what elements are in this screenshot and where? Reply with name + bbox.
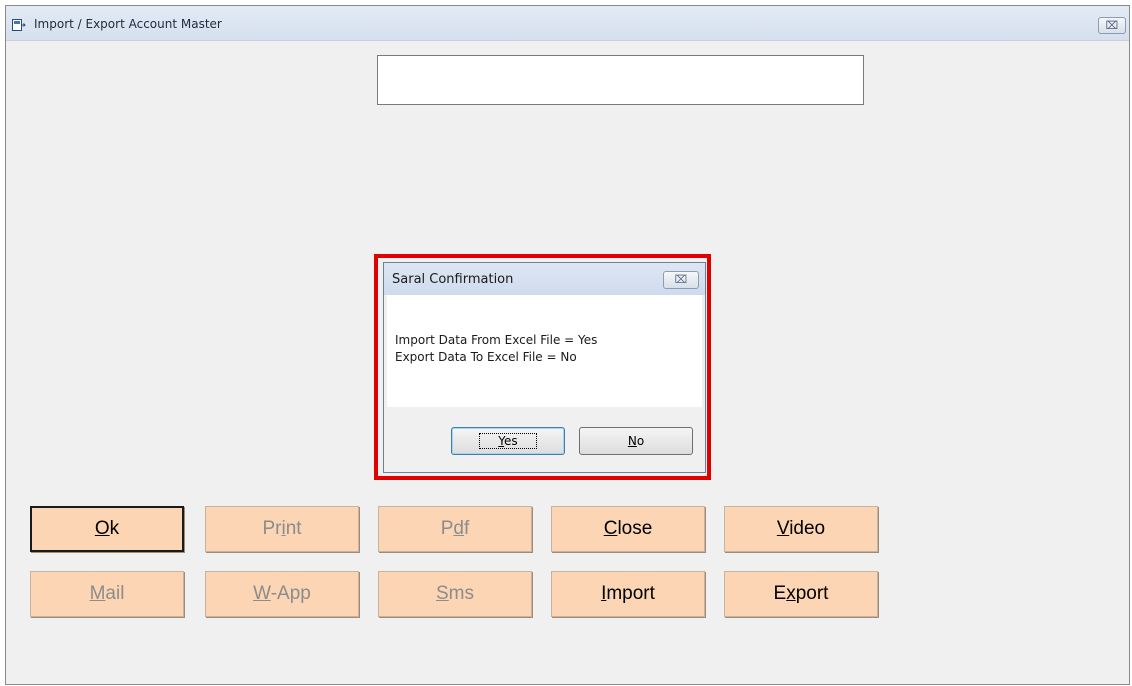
dialog-message-line-1: Import Data From Excel File = Yes — [395, 333, 598, 347]
app-icon — [12, 19, 26, 31]
title-bar[interactable]: Import / Export Account Master ⌧ — [6, 6, 1129, 41]
yes-button[interactable]: Yes — [451, 427, 565, 455]
dialog-title: Saral Confirmation — [392, 272, 514, 287]
dialog-title-bar[interactable]: Saral Confirmation ⌧ — [384, 263, 705, 295]
import-button[interactable]: Import — [551, 571, 705, 617]
no-button[interactable]: No — [579, 427, 693, 455]
mail-button[interactable]: Mail — [30, 571, 184, 617]
wapp-button[interactable]: W-App — [205, 571, 359, 617]
dialog-close-icon[interactable]: ⌧ — [663, 271, 699, 289]
close-button[interactable]: Close — [551, 506, 705, 552]
export-button[interactable]: Export — [724, 571, 878, 617]
print-button[interactable]: Print — [205, 506, 359, 552]
confirmation-dialog: Saral Confirmation ⌧ Import Data From Ex… — [383, 262, 706, 473]
dialog-message-line-2: Export Data To Excel File = No — [395, 350, 577, 364]
window-title: Import / Export Account Master — [34, 17, 222, 31]
ok-button[interactable]: Ok — [30, 506, 184, 552]
yes-focus-rect: Yes — [479, 433, 537, 449]
window-close-icon[interactable]: ⌧ — [1098, 17, 1126, 34]
sms-button[interactable]: Sms — [378, 571, 532, 617]
dialog-message-area: Import Data From Excel File = Yes Export… — [387, 295, 702, 407]
video-button[interactable]: Video — [724, 506, 878, 552]
header-text-field[interactable] — [377, 55, 864, 105]
pdf-button[interactable]: Pdf — [378, 506, 532, 552]
